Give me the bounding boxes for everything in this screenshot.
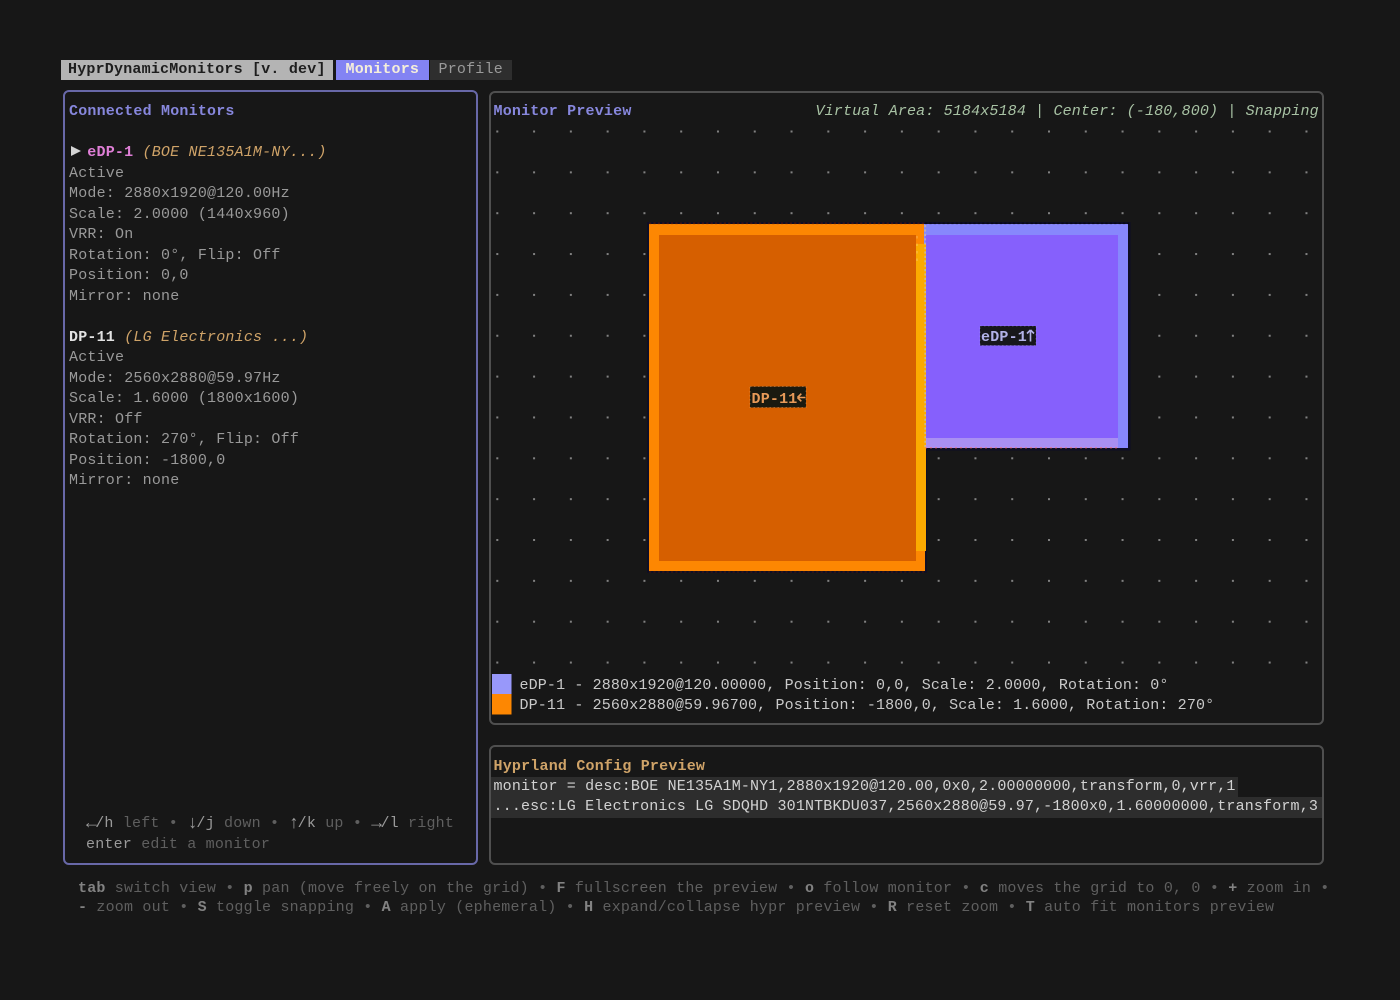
svg-text:DP-11: DP-11: [752, 391, 798, 408]
svg-text:eDP-1: eDP-1: [981, 329, 1027, 346]
